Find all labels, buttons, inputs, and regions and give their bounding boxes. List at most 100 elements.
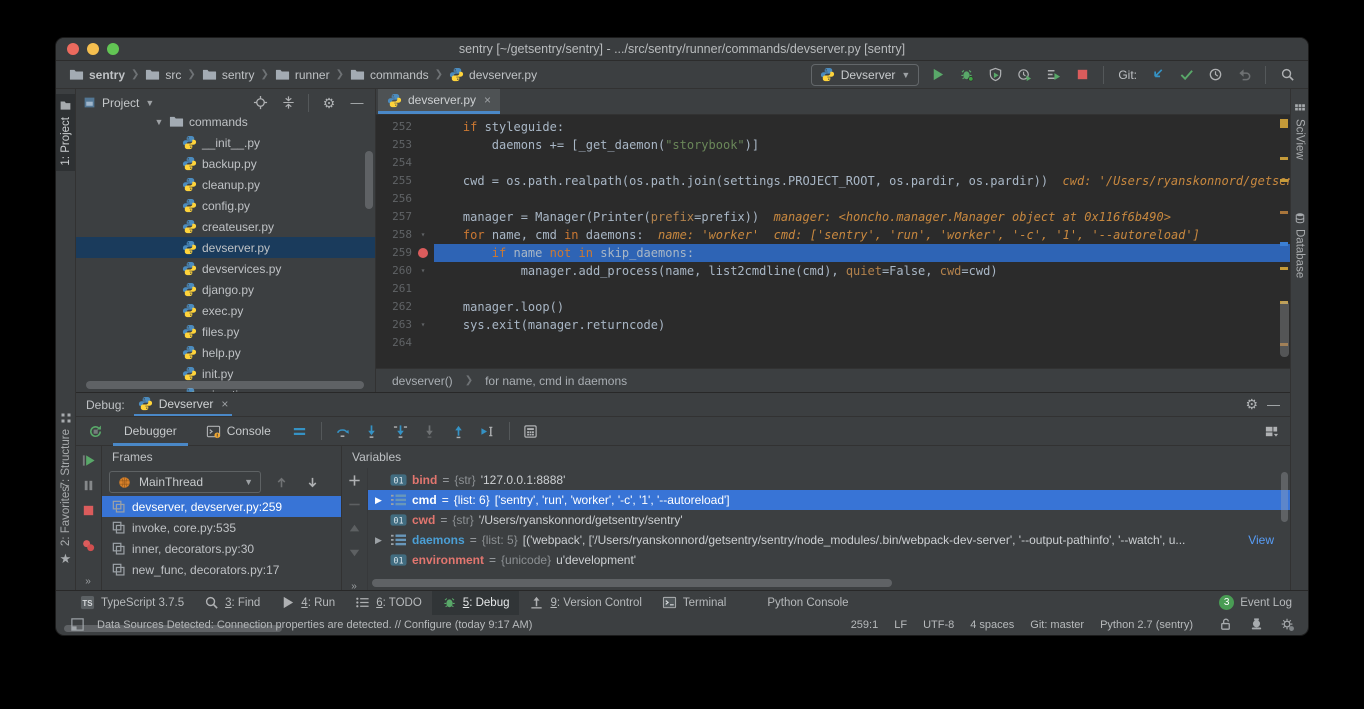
breadcrumb-item[interactable]: sentry <box>199 67 258 82</box>
hector-inspections-button[interactable] <box>1245 614 1267 636</box>
breadcrumb-item[interactable]: runner <box>272 67 333 82</box>
view-value-link[interactable]: View <box>1248 533 1274 547</box>
line-number[interactable]: 255 <box>376 172 412 190</box>
restore-layout-button[interactable] <box>1260 420 1282 442</box>
tree-file-item[interactable]: createuser.py <box>76 216 375 237</box>
line-number[interactable]: 260 <box>376 262 412 280</box>
add-watch-button[interactable] <box>344 473 366 488</box>
remove-watch-button[interactable] <box>344 497 366 512</box>
minimize-window-button[interactable] <box>87 43 99 55</box>
stop-process-button[interactable] <box>78 503 100 518</box>
frame-up-button[interactable] <box>270 471 292 493</box>
run-with-coverage-button[interactable] <box>984 64 1006 86</box>
rerun-button[interactable] <box>84 420 106 442</box>
expand-icon[interactable]: ▶ <box>372 495 385 506</box>
status-widget[interactable]: 259:1 <box>843 619 887 631</box>
line-number[interactable]: 254 <box>376 154 412 172</box>
breadcrumb-item[interactable]: commands <box>347 67 432 82</box>
expand-icon[interactable]: ▶ <box>372 535 385 546</box>
more-actions-button[interactable]: » <box>351 578 358 592</box>
git-update-button[interactable] <box>1146 64 1168 86</box>
run-button[interactable] <box>926 64 948 86</box>
variable-row[interactable]: 01cwd={str}'/Users/ryanskonnord/getsentr… <box>368 510 1290 530</box>
view-breakpoints-button[interactable] <box>78 538 100 553</box>
concurrency-diagram-button[interactable] <box>1042 64 1064 86</box>
toolwindow-button-4-run[interactable]: 4: Run <box>270 591 345 615</box>
frame-item[interactable]: devserver, devserver.py:259 <box>102 496 341 517</box>
code-line[interactable]: 262 manager.loop() <box>376 298 1290 316</box>
line-number[interactable]: 252 <box>376 118 412 136</box>
tree-folder-commands[interactable]: ▼commands <box>76 111 375 132</box>
tree-file-item[interactable]: devservices.py <box>76 258 375 279</box>
run-to-cursor-button[interactable] <box>477 420 499 442</box>
debug-button[interactable] <box>955 64 977 86</box>
settings-sync-button[interactable] <box>1276 614 1298 636</box>
status-widget[interactable]: LF <box>886 619 915 631</box>
stop-button[interactable] <box>1071 64 1093 86</box>
git-rollback-button[interactable] <box>1233 64 1255 86</box>
editor-breadcrumb-item[interactable]: for name, cmd in daemons <box>485 374 627 388</box>
toolwindow-button-3-find[interactable]: 3: Find <box>194 591 270 615</box>
tool-stripe-database[interactable]: Database <box>1291 207 1308 283</box>
status-widget[interactable]: 4 spaces <box>962 619 1022 631</box>
close-window-button[interactable] <box>67 43 79 55</box>
line-number[interactable]: 253 <box>376 136 412 154</box>
code-line[interactable]: 257 manager = Manager(Printer(prefix=pre… <box>376 208 1290 226</box>
status-widget[interactable]: UTF-8 <box>915 619 962 631</box>
project-vertical-scrollbar[interactable] <box>365 151 373 209</box>
zoom-window-button[interactable] <box>107 43 119 55</box>
tool-stripe-favorites[interactable]: 2: Favorites★ <box>56 481 75 571</box>
line-number[interactable]: 261 <box>376 280 412 298</box>
git-history-button[interactable] <box>1204 64 1226 86</box>
tree-file-item[interactable]: files.py <box>76 321 375 342</box>
tree-file-item[interactable]: config.py <box>76 195 375 216</box>
tree-file-item[interactable]: devserver.py <box>76 237 375 258</box>
toolwindow-button-terminal[interactable]: Terminal <box>652 591 736 615</box>
frame-item[interactable]: invoke, core.py:535 <box>102 517 341 538</box>
toolwindow-button-6-todo[interactable]: 6: TODO <box>345 591 432 615</box>
editor-vertical-scrollbar[interactable] <box>1280 301 1289 357</box>
move-watch-up-button[interactable] <box>344 521 366 536</box>
tool-stripe-sciview[interactable]: SciView <box>1291 97 1308 165</box>
more-actions-button[interactable]: » <box>85 573 92 587</box>
step-over-button[interactable] <box>332 420 354 442</box>
variables-horizontal-scrollbar[interactable] <box>372 579 892 587</box>
frame-down-button[interactable] <box>301 471 323 493</box>
close-icon[interactable]: × <box>221 397 228 411</box>
code-area[interactable]: 252 if styleguide:253 daemons += [_get_d… <box>376 115 1290 368</box>
tool-stripe-project[interactable]: 1: Project <box>56 94 75 171</box>
show-execution-point-button[interactable] <box>289 420 311 442</box>
toolwindow-button-9-version-control[interactable]: 9: Version Control <box>519 591 651 615</box>
toolwindow-button-5-debug[interactable]: 5: Debug <box>432 591 520 615</box>
variable-row[interactable]: ▶cmd={list: 6}['sentry', 'run', 'worker'… <box>368 490 1290 510</box>
frame-item[interactable]: new_func, decorators.py:17 <box>102 559 341 580</box>
tab-debugger[interactable]: Debugger <box>113 416 188 446</box>
tab-console[interactable]: Console <box>195 416 282 446</box>
lock-button[interactable] <box>1214 614 1236 636</box>
toolwindow-button-python-console[interactable]: Python Console <box>736 591 858 615</box>
debug-hide-button[interactable]: — <box>1267 398 1280 412</box>
line-number[interactable]: 257 <box>376 208 412 226</box>
line-number[interactable]: 264 <box>376 334 412 352</box>
editor-tab-devserver[interactable]: devserver.py × <box>378 89 500 114</box>
code-line[interactable]: 253 daemons += [_get_daemon("storybook")… <box>376 136 1290 154</box>
variable-row[interactable]: 01bind={str}'127.0.0.1:8888' <box>368 470 1290 490</box>
breakpoint-icon[interactable] <box>418 248 428 258</box>
line-number[interactable]: 263 <box>376 316 412 334</box>
step-out-button[interactable] <box>448 420 470 442</box>
line-number[interactable]: 259 <box>376 244 412 262</box>
code-line[interactable]: 258▾ for name, cmd in daemons: name: 'wo… <box>376 226 1290 244</box>
tree-file-item[interactable]: exec.py <box>76 300 375 321</box>
editor-breadcrumb-item[interactable]: devserver() <box>392 374 453 388</box>
run-configuration-selector[interactable]: Devserver▼ <box>811 64 920 86</box>
frames-horizontal-scrollbar[interactable] <box>64 625 282 632</box>
code-line[interactable]: 255 cwd = os.path.realpath(os.path.join(… <box>376 172 1290 190</box>
code-line[interactable]: 261 <box>376 280 1290 298</box>
profile-button[interactable] <box>1013 64 1035 86</box>
breadcrumb-item[interactable]: sentry <box>66 67 128 82</box>
code-line[interactable]: 252 if styleguide: <box>376 118 1290 136</box>
close-icon[interactable]: × <box>484 93 491 107</box>
step-into-button[interactable] <box>361 420 383 442</box>
code-line[interactable]: 263▾ sys.exit(manager.returncode) <box>376 316 1290 334</box>
line-number[interactable]: 256 <box>376 190 412 208</box>
